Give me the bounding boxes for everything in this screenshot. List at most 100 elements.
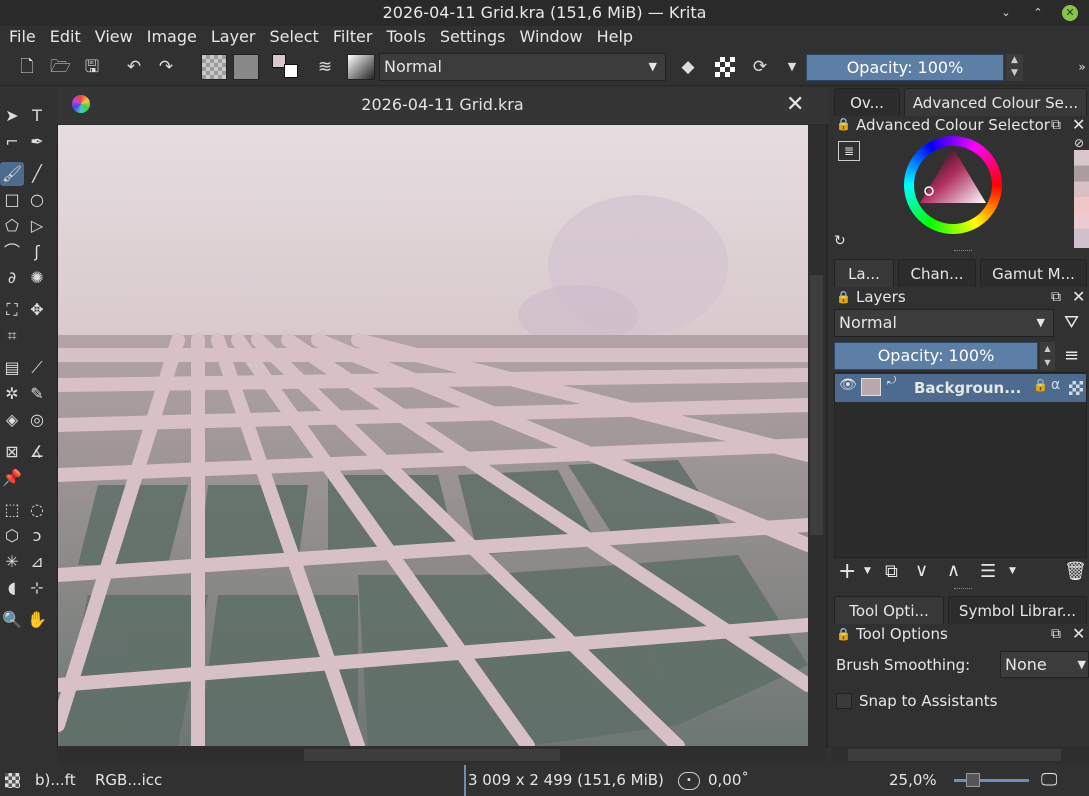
- new-document-icon[interactable]: 🗋: [17, 57, 37, 77]
- splitter-handle[interactable]: [954, 588, 972, 590]
- enclose-fill-icon[interactable]: ◎: [25, 408, 49, 432]
- polygon-select-icon[interactable]: ⬡: [0, 524, 24, 548]
- gradient-tool-icon[interactable]: ▤: [0, 356, 24, 380]
- rotation-icon[interactable]: •: [678, 772, 700, 790]
- float-panel-icon[interactable]: ⧉: [1051, 117, 1061, 133]
- background-color-icon[interactable]: [284, 64, 298, 78]
- menu-filter[interactable]: Filter: [326, 26, 380, 48]
- brush-preset-icon[interactable]: [347, 54, 375, 80]
- no-colour-icon[interactable]: ⊘: [1074, 136, 1084, 150]
- preserve-alpha-icon[interactable]: [715, 57, 735, 77]
- float-panel-icon[interactable]: ⧉: [1051, 626, 1061, 642]
- duplicate-layer-icon[interactable]: ⧉: [885, 561, 898, 582]
- freehand-select-icon[interactable]: ↄ: [25, 524, 49, 548]
- dock-scroll-thumb[interactable]: [848, 749, 1061, 761]
- lock-icon[interactable]: 🔒: [836, 290, 851, 304]
- eraser-icon[interactable]: ◆: [678, 57, 698, 77]
- brush-settings-icon[interactable]: ≋: [315, 57, 335, 77]
- brush-smoothing-select[interactable]: None ▼: [1000, 651, 1089, 678]
- ellipse-select-icon[interactable]: ◌: [25, 498, 49, 522]
- chevron-down-icon[interactable]: ▼: [864, 566, 871, 576]
- menu-layer[interactable]: Layer: [204, 26, 263, 48]
- zoom-tool-icon[interactable]: 🔍: [0, 608, 24, 632]
- close-panel-icon[interactable]: ✕: [1072, 287, 1085, 306]
- toolbar-overflow-icon[interactable]: »: [1072, 57, 1089, 77]
- menu-image[interactable]: Image: [140, 26, 204, 48]
- menu-select[interactable]: Select: [262, 26, 325, 48]
- status-rotation[interactable]: 0,00˚: [708, 765, 749, 796]
- close-document-icon[interactable]: ✕: [786, 94, 806, 116]
- menu-window[interactable]: Window: [512, 26, 589, 48]
- menu-file[interactable]: File: [2, 26, 43, 48]
- canvas-painting[interactable]: [58, 125, 808, 746]
- vertical-scroll-thumb[interactable]: [810, 275, 823, 535]
- transform-tool-icon[interactable]: ⛶: [0, 298, 24, 322]
- measure-tool-icon[interactable]: ∡: [25, 440, 49, 464]
- canvas-vertical-scrollbar[interactable]: [808, 125, 825, 746]
- color-picker-icon[interactable]: ⟋: [25, 356, 49, 380]
- maximize-icon[interactable]: ⌃: [1030, 5, 1046, 21]
- chevron-down-icon[interactable]: ▼: [782, 57, 802, 77]
- smart-patch-icon[interactable]: ✲: [0, 382, 24, 406]
- colour-selector-settings-icon[interactable]: ≣: [838, 141, 860, 161]
- fit-to-view-icon[interactable]: 🖵: [1041, 765, 1057, 796]
- add-layer-icon[interactable]: +: [838, 560, 856, 584]
- layer-properties-icon[interactable]: ☰: [980, 561, 996, 582]
- visibility-eye-icon[interactable]: 👁: [839, 377, 857, 393]
- contiguous-select-icon[interactable]: ✳: [0, 550, 24, 574]
- layer-menu-icon[interactable]: ≡: [1064, 345, 1079, 366]
- delete-layer-icon[interactable]: 🗑: [1064, 561, 1087, 582]
- move-layer-down-icon[interactable]: ∨: [915, 560, 928, 581]
- freehand-path-icon[interactable]: ʃ: [25, 240, 49, 264]
- magnetic-select-icon[interactable]: ⊹: [25, 576, 49, 600]
- canvas-horizontal-scrollbar[interactable]: [58, 746, 825, 764]
- status-zoom[interactable]: 25,0%: [889, 765, 937, 796]
- chevron-down-icon[interactable]: ▼: [1009, 566, 1016, 576]
- menu-view[interactable]: View: [88, 26, 140, 48]
- dock-horizontal-scrollbar[interactable]: [832, 746, 1089, 764]
- status-colorspace[interactable]: RGB...icc: [95, 765, 162, 796]
- menu-help[interactable]: Help: [590, 26, 640, 48]
- tab-gamut-masks[interactable]: Gamut M...: [980, 259, 1087, 287]
- lock-icon[interactable]: 🔒: [836, 117, 851, 131]
- layer-opacity-spinner[interactable]: ▲ ▼: [1040, 342, 1055, 370]
- gradient-swatch[interactable]: [233, 54, 259, 80]
- refresh-colour-icon[interactable]: ↻: [834, 233, 846, 249]
- opacity-spinner[interactable]: ▲ ▼: [1006, 54, 1023, 81]
- splitter-handle[interactable]: [954, 250, 972, 252]
- blend-mode-select[interactable]: Normal ▼: [379, 53, 666, 81]
- open-document-icon[interactable]: 🗁: [50, 57, 71, 77]
- polyline-tool-icon[interactable]: ▷: [25, 214, 49, 238]
- close-window-icon[interactable]: ✕: [1062, 5, 1078, 21]
- fill-pattern-swatch[interactable]: [201, 54, 227, 80]
- layer-name[interactable]: Backgroun...: [914, 379, 1021, 397]
- multibrush-icon[interactable]: ✺: [25, 266, 49, 290]
- horizontal-scroll-thumb[interactable]: [304, 749, 560, 761]
- bezier-tool-icon[interactable]: ⌒: [0, 240, 24, 264]
- colorize-mask-icon[interactable]: ✎: [25, 382, 49, 406]
- freehand-brush-icon[interactable]: 🖌: [0, 162, 24, 186]
- text-tool-icon[interactable]: T: [25, 104, 49, 128]
- menu-tools[interactable]: Tools: [379, 26, 432, 48]
- zoom-slider-handle[interactable]: [966, 773, 980, 787]
- tab-tool-options[interactable]: Tool Opti...: [834, 596, 944, 624]
- calligraphy-icon[interactable]: ✒: [25, 130, 49, 154]
- lock-icon[interactable]: 🔒: [836, 627, 851, 641]
- layer-properties-icon[interactable]: ⤾: [887, 374, 896, 388]
- polygon-tool-icon[interactable]: ⬠: [0, 214, 24, 238]
- tab-layers[interactable]: La...: [834, 259, 894, 287]
- inherit-alpha-icon[interactable]: [1069, 381, 1083, 395]
- layer-opacity-slider[interactable]: Opacity: 100%: [834, 342, 1038, 370]
- rect-select-icon[interactable]: ⬚: [0, 498, 24, 522]
- ellipse-tool-icon[interactable]: ○: [25, 188, 49, 212]
- toolbar-opacity-slider[interactable]: Opacity: 100%: [806, 54, 1004, 81]
- filter-icon[interactable]: ⛛: [1064, 312, 1079, 333]
- save-document-icon[interactable]: 🖫: [82, 57, 102, 77]
- close-panel-icon[interactable]: ✕: [1072, 624, 1085, 643]
- dynamic-brush-icon[interactable]: ∂: [0, 266, 24, 290]
- canvas[interactable]: [58, 125, 808, 746]
- reference-images-icon[interactable]: 📌: [0, 466, 24, 490]
- redo-icon[interactable]: ↷: [156, 57, 176, 77]
- layer-row-background[interactable]: 👁 ⤾ Backgroun... 🔒 α: [835, 374, 1086, 402]
- colour-history-strip[interactable]: [1074, 150, 1089, 248]
